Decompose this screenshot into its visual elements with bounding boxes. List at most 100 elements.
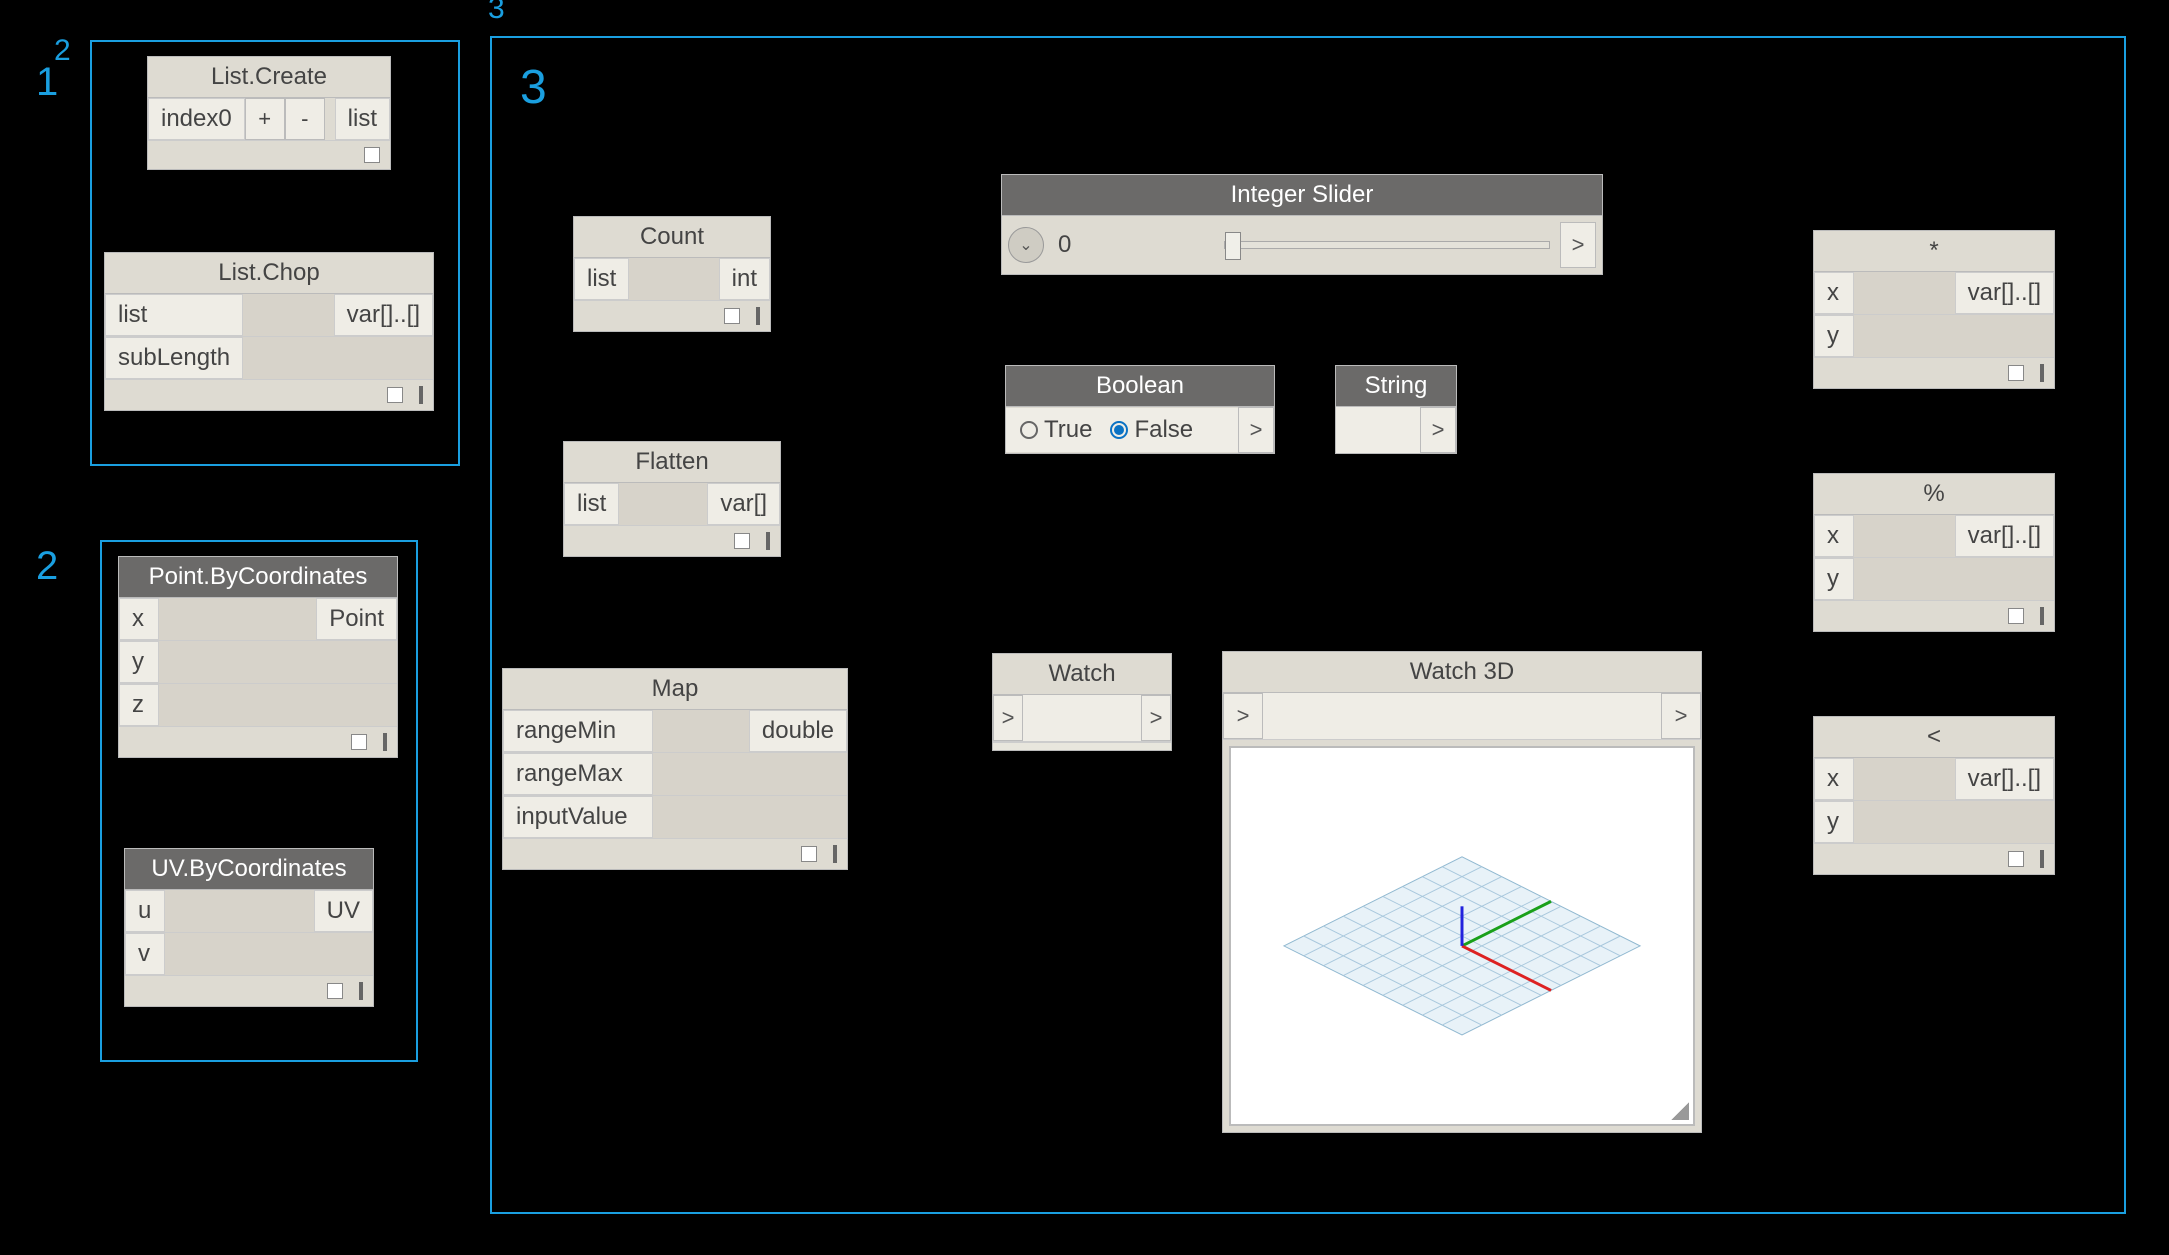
port-var-out[interactable]: var[] (707, 483, 780, 525)
watch3d-viewport[interactable] (1229, 746, 1695, 1126)
watch-body (1023, 695, 1141, 741)
node-title: Flatten (564, 442, 780, 483)
add-port-button[interactable]: + (245, 98, 285, 140)
node-title: Map (503, 669, 847, 710)
chevron-down-icon: ⌄ (1019, 235, 1032, 255)
slider-options-toggle[interactable]: ⌄ (1008, 227, 1044, 263)
lacing-icon[interactable] (2040, 850, 2044, 868)
preview-checkbox[interactable] (351, 734, 367, 750)
port-rangemax-in[interactable]: rangeMax (503, 753, 653, 795)
node-title: Count (574, 217, 770, 258)
preview-checkbox[interactable] (364, 147, 380, 163)
lacing-icon[interactable] (2040, 364, 2044, 382)
string-output-port[interactable]: > (1420, 407, 1456, 453)
slider-output-port[interactable]: > (1560, 222, 1596, 268)
preview-checkbox[interactable] (2008, 851, 2024, 867)
watch-output-port[interactable]: > (1141, 695, 1171, 741)
node-title: Watch (993, 654, 1171, 695)
resize-handle-icon[interactable] (1671, 1102, 1689, 1120)
lacing-icon[interactable] (766, 532, 770, 550)
port-int-out[interactable]: int (719, 258, 770, 300)
watch3d-output-port[interactable]: > (1661, 693, 1701, 739)
node-point-bycoordinates[interactable]: Point.ByCoordinates x Point y z (118, 556, 398, 758)
radio-true[interactable]: True (1020, 416, 1092, 444)
slider-thumb[interactable] (1225, 232, 1241, 260)
node-uv-bycoordinates[interactable]: UV.ByCoordinates u UV v (124, 848, 374, 1007)
node-multiply[interactable]: * x var[]..[] y (1813, 230, 2055, 389)
slider-value[interactable]: 0 (1044, 225, 1214, 265)
region-2-label: 2 (36, 544, 58, 589)
port-sublength-in[interactable]: subLength (105, 337, 243, 379)
port-x-in[interactable]: x (1814, 758, 1854, 800)
node-integer-slider[interactable]: Integer Slider ⌄ 0 > (1001, 174, 1603, 275)
preview-checkbox[interactable] (327, 983, 343, 999)
region-3-top-label: 3 (488, 0, 505, 26)
port-x-in[interactable]: x (119, 598, 159, 640)
port-z-in[interactable]: z (119, 684, 159, 726)
node-string[interactable]: String > (1335, 365, 1457, 454)
node-watch-3d[interactable]: Watch 3D > > (1222, 651, 1702, 1133)
port-uv-out[interactable]: UV (314, 890, 373, 932)
node-title: List.Create (148, 57, 390, 98)
preview-checkbox[interactable] (2008, 365, 2024, 381)
node-title: Point.ByCoordinates (119, 557, 397, 598)
preview-checkbox[interactable] (2008, 608, 2024, 624)
port-out[interactable]: var[]..[] (1955, 272, 2054, 314)
port-x-in[interactable]: x (1814, 515, 1854, 557)
remove-port-button[interactable]: - (285, 98, 325, 140)
port-inputvalue-in[interactable]: inputValue (503, 796, 653, 838)
node-modulo[interactable]: % x var[]..[] y (1813, 473, 2055, 632)
watch-resize-bar[interactable] (993, 742, 1171, 750)
watch3d-input-port[interactable]: > (1223, 693, 1263, 739)
boolean-output-port[interactable]: > (1238, 407, 1274, 453)
grid-3d-icon (1231, 748, 1693, 1124)
node-title: Integer Slider (1002, 175, 1602, 216)
port-point-out[interactable]: Point (316, 598, 397, 640)
lacing-icon[interactable] (383, 733, 387, 751)
radio-false[interactable]: False (1110, 416, 1193, 444)
slider-track[interactable] (1224, 241, 1550, 249)
node-watch[interactable]: Watch > > (992, 653, 1172, 751)
port-y-in[interactable]: y (119, 641, 159, 683)
lacing-icon[interactable] (419, 386, 423, 404)
port-list-in[interactable]: list (105, 294, 243, 336)
port-y-in[interactable]: y (1814, 801, 1854, 843)
port-double-out[interactable]: double (749, 710, 847, 752)
port-y-in[interactable]: y (1814, 558, 1854, 600)
node-title: < (1814, 717, 2054, 758)
lacing-icon[interactable] (833, 845, 837, 863)
port-rangemin-in[interactable]: rangeMin (503, 710, 653, 752)
node-count[interactable]: Count list int (573, 216, 771, 332)
port-out[interactable]: var[]..[] (1955, 515, 2054, 557)
port-y-in[interactable]: y (1814, 315, 1854, 357)
preview-checkbox[interactable] (734, 533, 750, 549)
string-input[interactable] (1336, 407, 1420, 453)
watch-input-port[interactable]: > (993, 695, 1023, 741)
preview-checkbox[interactable] (801, 846, 817, 862)
node-title: String (1336, 366, 1456, 407)
preview-checkbox[interactable] (724, 308, 740, 324)
port-x-in[interactable]: x (1814, 272, 1854, 314)
node-lessthan[interactable]: < x var[]..[] y (1813, 716, 2055, 875)
node-flatten[interactable]: Flatten list var[] (563, 441, 781, 557)
lacing-icon[interactable] (2040, 607, 2044, 625)
node-list-chop[interactable]: List.Chop list var[]..[] subLength (104, 252, 434, 411)
node-boolean[interactable]: Boolean True False > (1005, 365, 1275, 454)
lacing-icon[interactable] (756, 307, 760, 325)
node-map[interactable]: Map rangeMin double rangeMax inputValue (502, 668, 848, 870)
port-out[interactable]: var[]..[] (334, 294, 433, 336)
port-u-in[interactable]: u (125, 890, 165, 932)
lacing-icon[interactable] (359, 982, 363, 1000)
watch3d-header-body (1263, 693, 1661, 739)
port-index0[interactable]: index0 (148, 98, 245, 140)
port-list-in[interactable]: list (574, 258, 629, 300)
port-v-in[interactable]: v (125, 933, 165, 975)
node-title: % (1814, 474, 2054, 515)
node-title: Boolean (1006, 366, 1274, 407)
port-list-in[interactable]: list (564, 483, 619, 525)
radio-icon (1110, 421, 1128, 439)
preview-checkbox[interactable] (387, 387, 403, 403)
port-list-out[interactable]: list (335, 98, 390, 140)
port-out[interactable]: var[]..[] (1955, 758, 2054, 800)
node-list-create[interactable]: List.Create index0 + - list (147, 56, 391, 170)
